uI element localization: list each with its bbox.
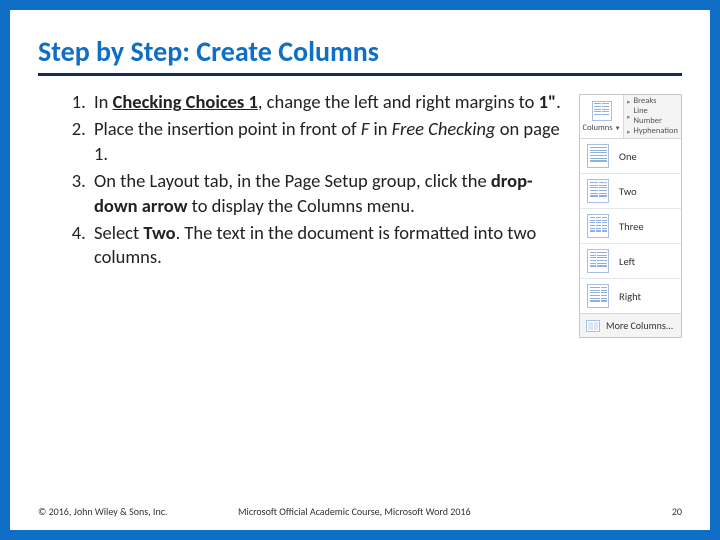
step-text: In bbox=[94, 90, 113, 113]
step-item: Place the insertion point in front of F … bbox=[90, 117, 571, 166]
step-text: . bbox=[556, 90, 561, 113]
step-text: On the Layout tab, in the Page Setup gro… bbox=[94, 169, 491, 192]
columns-option-label: Two bbox=[619, 185, 637, 198]
step-list: In Checking Choices 1, change the left a… bbox=[38, 90, 571, 270]
page-setup-item[interactable]: ▸Line Number bbox=[627, 107, 678, 126]
columns-option-left[interactable]: Left bbox=[580, 244, 681, 279]
step-text: 1" bbox=[539, 90, 557, 113]
step-text: Checking Choices 1 bbox=[113, 90, 258, 113]
step-text: Free Checking bbox=[392, 117, 496, 140]
step-text: Place the insertion point in front of bbox=[94, 117, 361, 140]
columns-option-label: Left bbox=[619, 255, 635, 268]
footer-course: Microsoft Official Academic Course, Micr… bbox=[238, 505, 471, 518]
columns-option-right[interactable]: Right bbox=[580, 279, 681, 313]
step-text: in bbox=[369, 117, 391, 140]
columns-button[interactable]: Columns ▼ bbox=[580, 95, 624, 138]
step-text: to display the Columns menu. bbox=[188, 194, 415, 217]
caret-icon: ▸ bbox=[627, 98, 631, 106]
page-setup-item-label: Line Number bbox=[634, 107, 678, 126]
chevron-down-icon: ▼ bbox=[615, 124, 621, 132]
columns-menu-items: One Two Three Left Right bbox=[580, 139, 681, 313]
steps-container: In Checking Choices 1, change the left a… bbox=[38, 90, 579, 273]
columns-option-label: Right bbox=[619, 290, 641, 303]
column-layout-icon bbox=[587, 249, 609, 273]
caret-icon: ▸ bbox=[627, 128, 631, 136]
footer-page-number: 20 bbox=[672, 505, 682, 518]
page-setup-item-label: Hyphenation bbox=[634, 127, 678, 136]
step-text: , change the left and right margins to bbox=[258, 90, 539, 113]
more-columns-item[interactable]: More Columns... bbox=[580, 313, 681, 337]
content-row: In Checking Choices 1, change the left a… bbox=[38, 90, 682, 338]
page-setup-item-label: Breaks bbox=[634, 97, 657, 106]
more-columns-icon bbox=[586, 320, 600, 332]
column-layout-icon bbox=[587, 284, 609, 308]
page-title: Step by Step: Create Columns bbox=[38, 34, 682, 71]
step-item: On the Layout tab, in the Page Setup gro… bbox=[90, 169, 571, 218]
page-setup-item[interactable]: ▸Hyphenation bbox=[627, 127, 678, 136]
page-setup-other: ▸Breaks▸Line Number▸Hyphenation bbox=[624, 95, 681, 138]
columns-option-one[interactable]: One bbox=[580, 139, 681, 174]
step-text: Two bbox=[143, 221, 175, 244]
step-item: Select Two. The text in the document is … bbox=[90, 221, 571, 270]
title-underline bbox=[38, 73, 682, 76]
columns-option-three[interactable]: Three bbox=[580, 209, 681, 244]
columns-icon bbox=[592, 101, 612, 121]
step-item: In Checking Choices 1, change the left a… bbox=[90, 90, 571, 114]
caret-icon: ▸ bbox=[627, 113, 631, 121]
slide: Step by Step: Create Columns In Checking… bbox=[0, 0, 720, 540]
step-text: Select bbox=[94, 221, 143, 244]
columns-option-label: Three bbox=[619, 220, 644, 233]
columns-menu: Columns ▼ ▸Breaks▸Line Number▸Hyphenatio… bbox=[579, 94, 682, 338]
more-columns-label: More Columns... bbox=[606, 319, 673, 332]
column-layout-icon bbox=[587, 214, 609, 238]
columns-menu-header: Columns ▼ ▸Breaks▸Line Number▸Hyphenatio… bbox=[580, 95, 681, 139]
column-layout-icon bbox=[587, 179, 609, 203]
footer-copyright: © 2016, John Wiley & Sons, Inc. bbox=[38, 505, 167, 518]
footer: © 2016, John Wiley & Sons, Inc. Microsof… bbox=[38, 505, 682, 518]
columns-option-two[interactable]: Two bbox=[580, 174, 681, 209]
page-setup-item[interactable]: ▸Breaks bbox=[627, 97, 678, 106]
columns-button-label: Columns bbox=[583, 123, 613, 133]
column-layout-icon bbox=[587, 144, 609, 168]
columns-option-label: One bbox=[619, 150, 637, 163]
